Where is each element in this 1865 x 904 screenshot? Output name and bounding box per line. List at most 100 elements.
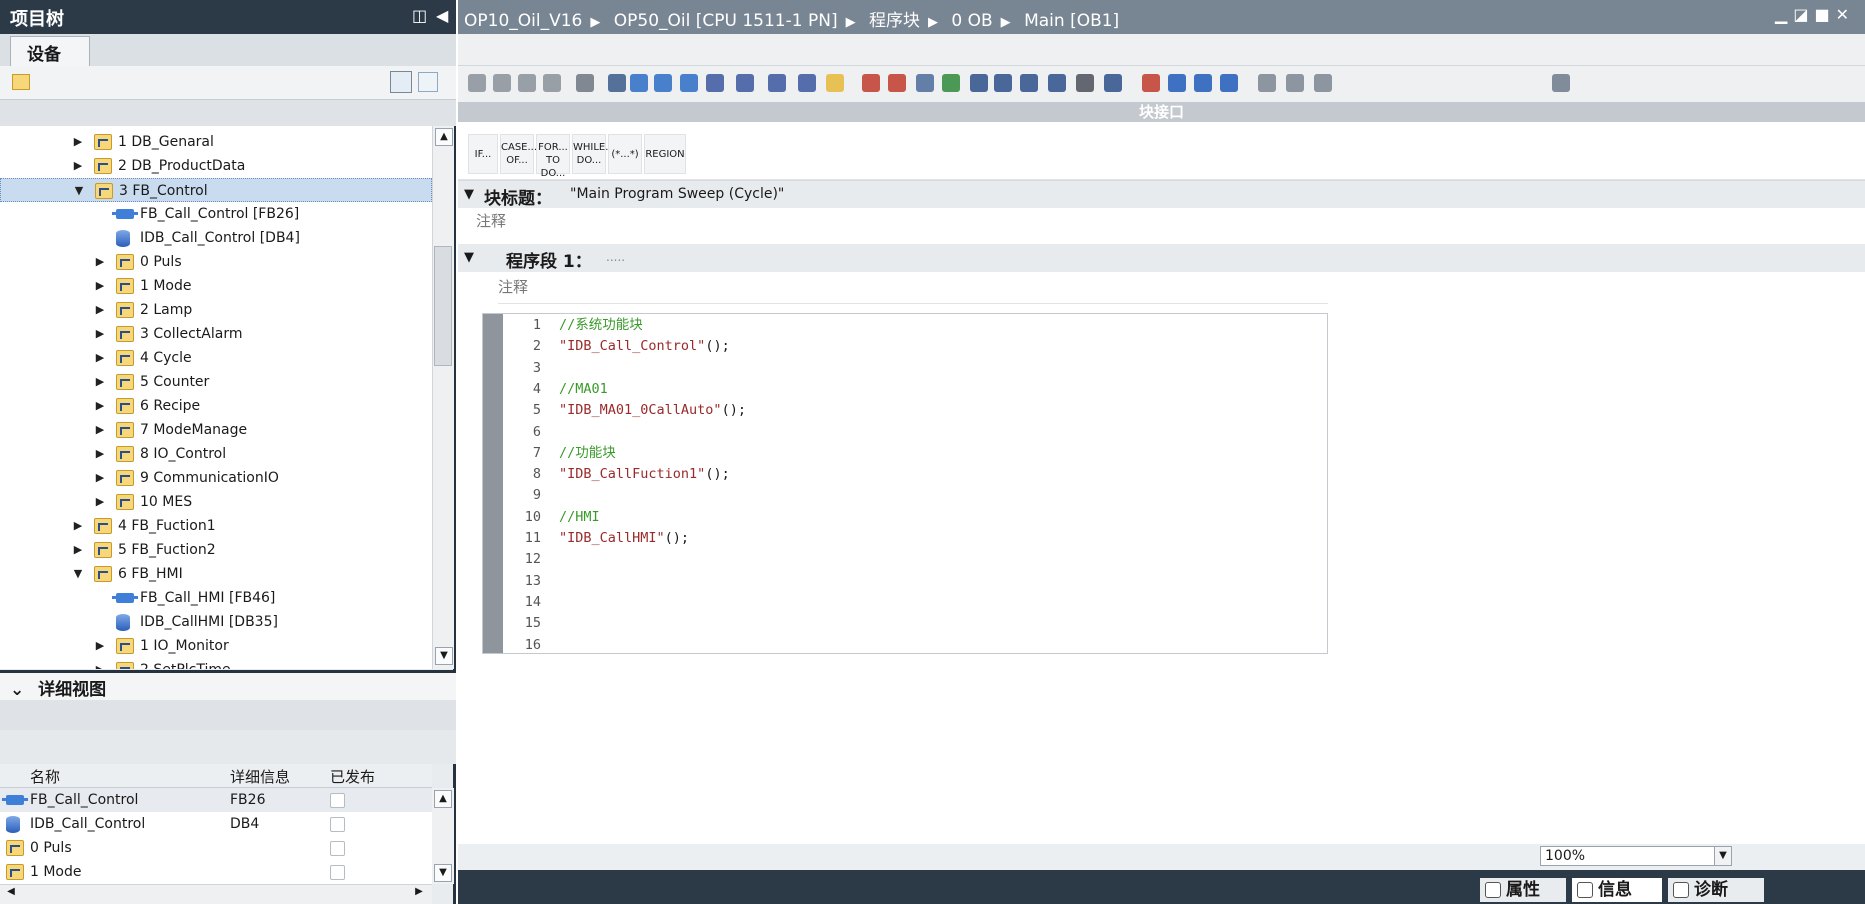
network-header[interactable]: ▼ 程序段 1： ..... <box>458 244 1865 272</box>
chevron-down-icon[interactable]: ⌄ <box>10 680 24 700</box>
published-checkbox[interactable] <box>330 793 345 808</box>
close-all-icon[interactable] <box>654 74 672 92</box>
tree-item[interactable]: ▶ 8 IO_Control <box>0 442 432 466</box>
expand-right-icon[interactable]: ▶ <box>94 418 106 442</box>
expand-right-icon[interactable]: ▶ <box>94 274 106 298</box>
tree-item[interactable]: ▶ 4 Cycle <box>0 346 432 370</box>
outdent-icon[interactable] <box>994 74 1012 92</box>
expand-right-icon[interactable]: ▶ <box>72 538 84 562</box>
breadcrumb-program-blocks[interactable]: 程序块 <box>869 11 920 31</box>
tree-item[interactable]: ▶ 1 Mode <box>0 274 432 298</box>
breadcrumb-plc[interactable]: OP50_Oil [CPU 1511-1 PN] <box>614 11 838 31</box>
insert-call-icon[interactable] <box>768 74 786 92</box>
expand-right-icon[interactable]: ▶ <box>94 466 106 490</box>
published-checkbox[interactable] <box>330 817 345 832</box>
tree-item[interactable]: ▶ 2 SetPlcTime <box>0 658 432 669</box>
detail-table-row[interactable]: FB_Call_Control FB26 <box>0 788 432 812</box>
code-line[interactable]: 9 <box>503 485 1327 506</box>
tree-item[interactable]: IDB_Call_Control [DB4] <box>0 226 432 250</box>
column-icon[interactable] <box>1076 74 1094 92</box>
glasses-icon[interactable] <box>1286 74 1304 92</box>
scroll-right-icon[interactable]: ▶ <box>410 886 428 903</box>
published-checkbox[interactable] <box>330 865 345 880</box>
next-bookmark-icon[interactable] <box>1194 74 1212 92</box>
zoom-select[interactable]: 100% <box>1540 846 1716 866</box>
detail-scrollbar[interactable]: ▲ ▼ <box>432 788 454 884</box>
goto-prev-icon[interactable] <box>736 74 754 92</box>
remove-breakpoint-icon[interactable] <box>888 74 906 92</box>
code-line[interactable]: 15 <box>503 613 1327 634</box>
expand-right-icon[interactable]: ▶ <box>72 514 84 538</box>
code-line[interactable]: 11 "IDB_CallHMI"(); <box>503 528 1327 549</box>
tree-item[interactable]: ▼ 6 FB_HMI <box>0 562 432 586</box>
tree-item[interactable]: ▶ 5 FB_Fuction2 <box>0 538 432 562</box>
network-comment[interactable]: 注释 <box>498 274 1328 304</box>
detail-table-row[interactable]: IDB_Call_Control DB4 <box>0 812 432 836</box>
code-line[interactable]: 2 "IDB_Call_Control"(); <box>503 336 1327 357</box>
tree-item[interactable]: ▶ 5 Counter <box>0 370 432 394</box>
tree-item[interactable]: ▶ 3 CollectAlarm <box>0 322 432 346</box>
expand-right-icon[interactable]: ▶ <box>94 490 106 514</box>
expand-right-icon[interactable]: ▶ <box>94 298 106 322</box>
scl-button[interactable]: REGION <box>644 134 686 174</box>
list-view-icon[interactable] <box>390 71 412 93</box>
column-name-header[interactable]: 名称 <box>30 766 60 787</box>
breadcrumb-block[interactable]: Main [OB1] <box>1024 11 1119 31</box>
set-breakpoint-icon[interactable] <box>862 74 880 92</box>
code-line[interactable]: 8 "IDB_CallFuction1"(); <box>503 464 1327 485</box>
tab-devices[interactable]: 设备 <box>10 36 90 66</box>
view-toggle-icon[interactable] <box>418 72 438 92</box>
published-checkbox[interactable] <box>330 841 345 856</box>
scl-button[interactable]: WHILE... DO... <box>572 134 615 174</box>
code-line[interactable]: 16 <box>503 635 1327 656</box>
expand-right-icon[interactable]: ▶ <box>72 154 84 178</box>
tree-item[interactable]: FB_Call_HMI [FB46] <box>0 586 432 610</box>
tree-item[interactable]: ▶ 7 ModeManage <box>0 418 432 442</box>
tree-item[interactable]: ▶ 10 MES <box>0 490 432 514</box>
download-icon[interactable] <box>1314 74 1332 92</box>
block-title-row[interactable]: ▼ 块标题： "Main Program Sweep (Cycle)" <box>458 180 1865 209</box>
indent-icon[interactable] <box>970 74 988 92</box>
chevron-down-icon[interactable]: ▼ <box>464 250 474 265</box>
breadcrumb-project[interactable]: OP10_Oil_V16 <box>464 11 582 31</box>
code-line[interactable]: 1 //系统功能块 <box>503 315 1327 336</box>
column-info-header[interactable]: 详细信息 <box>230 766 290 787</box>
code-line[interactable]: 14 <box>503 592 1327 613</box>
uncomment-icon[interactable] <box>1048 74 1066 92</box>
scroll-left-icon[interactable]: ◀ <box>2 886 20 903</box>
open-all-icon[interactable] <box>630 74 648 92</box>
scroll-up-icon[interactable]: ▲ <box>435 128 453 146</box>
code-line[interactable]: 4 //MA01 <box>503 379 1327 400</box>
minimize-icon[interactable]: ▁ <box>1775 5 1793 24</box>
detail-table-row[interactable]: 1 Mode <box>0 860 432 884</box>
block-title-value[interactable]: "Main Program Sweep (Cycle)" <box>570 186 784 202</box>
scl-button[interactable]: (*...*) <box>608 134 642 174</box>
align-left-icon[interactable] <box>608 74 626 92</box>
delete-row-icon[interactable] <box>543 74 561 92</box>
tab-info[interactable]: 信息 <box>1572 878 1662 902</box>
tab-properties[interactable]: 属性 <box>1480 878 1566 902</box>
maximize-icon[interactable]: ■ <box>1814 5 1835 24</box>
indent-list-icon[interactable] <box>798 74 816 92</box>
delete-network-icon[interactable] <box>493 74 511 92</box>
tree-item[interactable]: ▶ 2 Lamp <box>0 298 432 322</box>
tree-item[interactable]: FB_Call_Control [FB26] <box>0 202 432 226</box>
tree-item[interactable]: IDB_CallHMI [DB35] <box>0 610 432 634</box>
expand-right-icon[interactable]: ▶ <box>94 658 106 669</box>
tab-diagnostics[interactable]: 诊断 <box>1668 878 1764 902</box>
code-line[interactable]: 7 //功能块 <box>503 443 1327 464</box>
scl-button[interactable]: CASE... OF... <box>500 134 537 174</box>
block-comment[interactable]: 注释 <box>476 208 1606 236</box>
scroll-up-icon[interactable]: ▲ <box>434 790 452 808</box>
expand-right-icon[interactable]: ▶ <box>94 250 106 274</box>
code-line[interactable]: 13 <box>503 571 1327 592</box>
block-interface-bar[interactable]: 块接口 <box>458 102 1865 122</box>
expand-right-icon[interactable]: ▶ <box>94 322 106 346</box>
tree-item[interactable]: ▶ 0 Puls <box>0 250 432 274</box>
sort-icon[interactable] <box>1104 74 1122 92</box>
scroll-down-icon[interactable]: ▼ <box>434 864 452 882</box>
code-line[interactable]: 6 <box>503 422 1327 443</box>
code-line[interactable]: 10 //HMI <box>503 507 1327 528</box>
detail-table-row[interactable]: 0 Puls <box>0 836 432 860</box>
tree-scrollbar[interactable]: ▲ ▼ <box>432 126 454 669</box>
